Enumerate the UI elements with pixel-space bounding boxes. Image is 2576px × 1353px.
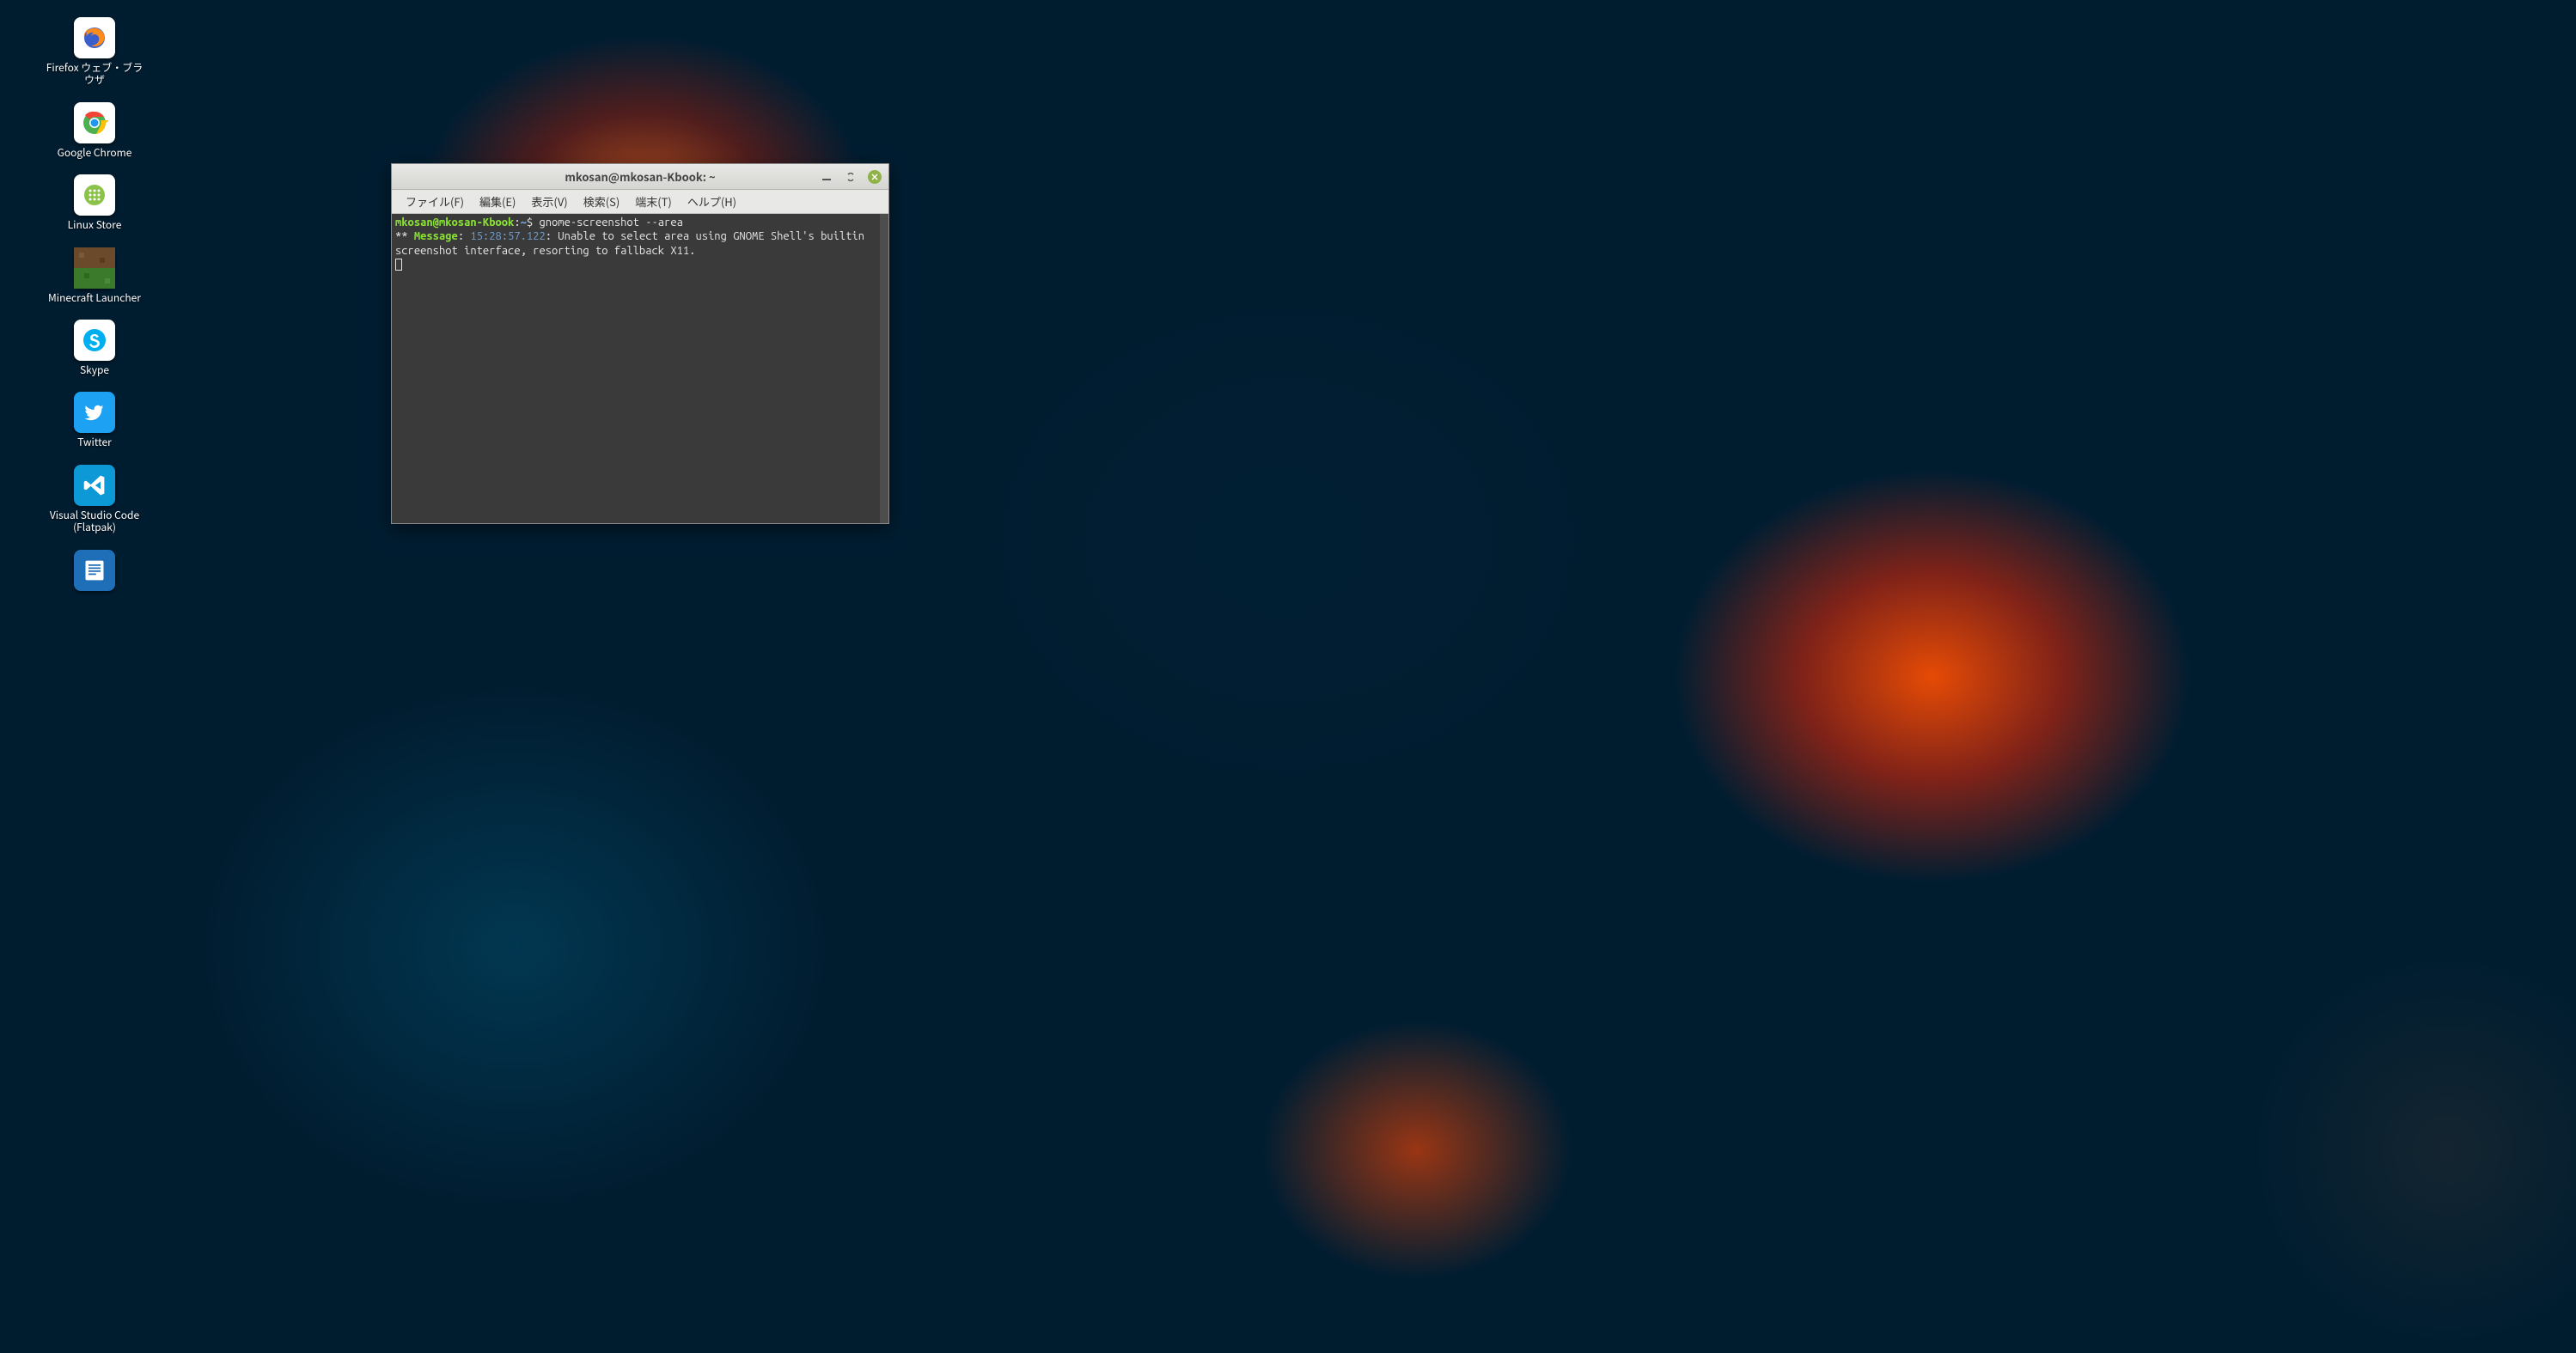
- menu-file[interactable]: ファイル(F): [400, 192, 469, 211]
- command-text: gnome-screenshot --area: [539, 216, 682, 229]
- output-colon: :: [458, 230, 471, 242]
- output-tag: Message: [414, 230, 458, 242]
- desktop-icon-linux-store[interactable]: Linux Store: [43, 174, 146, 231]
- minimize-button[interactable]: [820, 170, 833, 184]
- prompt-path: ~: [521, 216, 527, 229]
- output-prefix: **: [395, 230, 414, 242]
- store-icon: [74, 174, 115, 216]
- desktop-icon-skype[interactable]: Skype: [43, 320, 146, 376]
- prompt-dollar: $: [527, 216, 540, 229]
- vscode-icon: [74, 465, 115, 506]
- writer-icon: [74, 550, 115, 591]
- terminal-cursor: [395, 259, 402, 271]
- menu-view[interactable]: 表示(V): [526, 192, 572, 211]
- desktop-icon-vscode[interactable]: Visual Studio Code (Flatpak): [43, 465, 146, 534]
- desktop-icon-twitter[interactable]: Twitter: [43, 392, 146, 448]
- chrome-icon: [74, 102, 115, 143]
- skype-icon: [74, 320, 115, 361]
- menu-edit[interactable]: 編集(E): [474, 192, 521, 211]
- desktop-icon-chrome[interactable]: Google Chrome: [43, 102, 146, 159]
- desktop-icon-firefox[interactable]: Firefox ウェブ・ブラウザ: [43, 17, 146, 87]
- window-title: mkosan@mkosan-Kbook: ~: [565, 168, 715, 185]
- desktop-icon-label: Minecraft Launcher: [48, 292, 141, 304]
- desktop-icon-label: Skype: [80, 364, 109, 376]
- desktop-icon-label: Visual Studio Code (Flatpak): [43, 509, 146, 534]
- menu-search[interactable]: 検索(S): [578, 192, 626, 211]
- minecraft-icon: [74, 247, 115, 289]
- twitter-icon: [74, 392, 115, 433]
- prompt-user-host: mkosan@mkosan-Kbook: [395, 216, 514, 229]
- output-timestamp: 15:28:57.122: [470, 230, 545, 242]
- menu-terminal[interactable]: 端末(T): [630, 192, 677, 211]
- desktop-icons: Firefox ウェブ・ブラウザ Google Chrome Linux Sto…: [43, 17, 146, 594]
- menu-help[interactable]: ヘルプ(H): [682, 192, 742, 211]
- prompt-sep: :: [514, 216, 520, 229]
- desktop-icon-label: Firefox ウェブ・ブラウザ: [43, 62, 146, 87]
- terminal-body[interactable]: mkosan@mkosan-Kbook:~$ gnome-screenshot …: [392, 214, 888, 523]
- close-button[interactable]: [868, 170, 882, 184]
- menubar: ファイル(F) 編集(E) 表示(V) 検索(S) 端末(T) ヘルプ(H): [392, 190, 888, 214]
- desktop-icon-label: Google Chrome: [58, 147, 132, 159]
- desktop-icon-libreoffice-writer[interactable]: [43, 550, 146, 594]
- window-controls: [820, 164, 882, 189]
- window-titlebar[interactable]: mkosan@mkosan-Kbook: ~: [392, 164, 888, 190]
- desktop-icon-label: Linux Store: [68, 219, 122, 231]
- desktop-icon-label: Twitter: [77, 436, 112, 448]
- firefox-icon: [74, 17, 115, 58]
- desktop-icon-minecraft[interactable]: Minecraft Launcher: [43, 247, 146, 304]
- terminal-window[interactable]: mkosan@mkosan-Kbook: ~ ファイル(F) 編集(E) 表示(…: [391, 163, 889, 524]
- maximize-button[interactable]: [844, 170, 858, 184]
- terminal-scrollbar[interactable]: [880, 214, 888, 523]
